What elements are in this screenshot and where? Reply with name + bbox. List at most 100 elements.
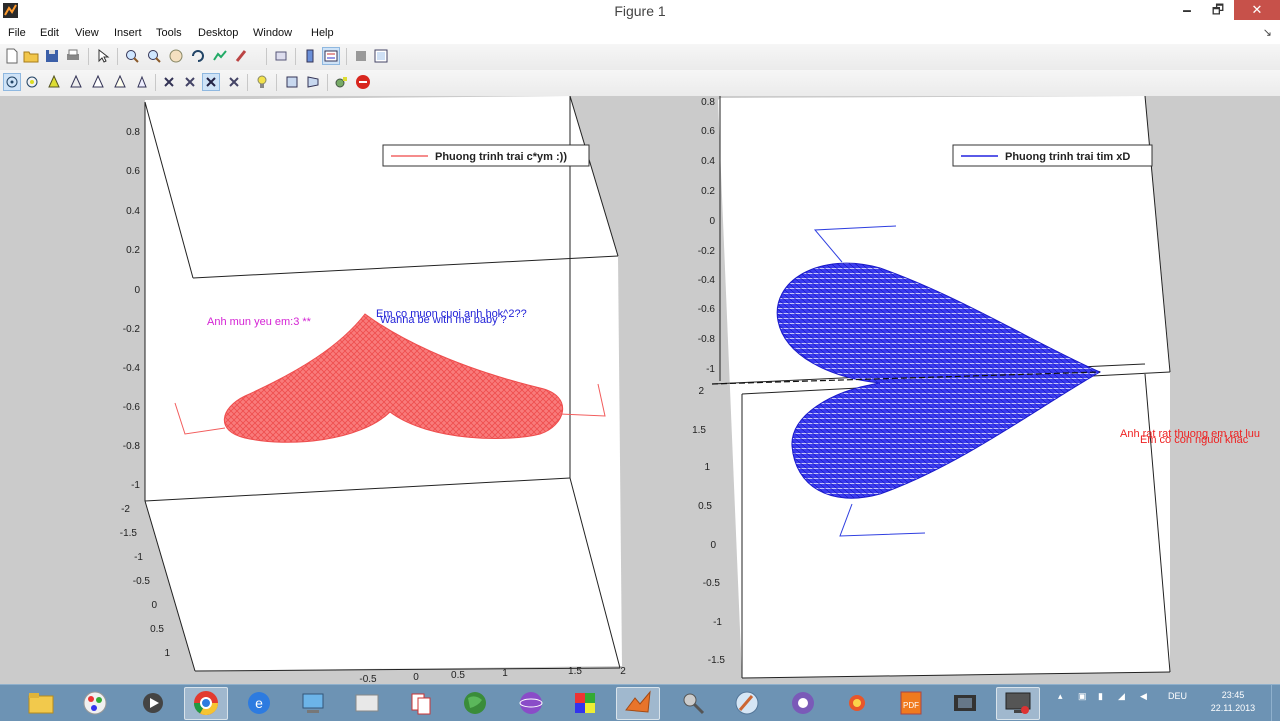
taskbar: e PDF ▴ ▣ ▮ ◢ ◀ DEU 23:45 22.11.2013 xyxy=(0,684,1280,721)
paint-brush-icon[interactable] xyxy=(732,688,762,718)
pointer-icon[interactable] xyxy=(95,48,111,64)
show-desktop-button[interactable] xyxy=(1271,685,1280,721)
move-camera-forward-icon[interactable] xyxy=(90,74,106,90)
tray-language[interactable]: DEU xyxy=(1168,691,1187,701)
tray-network-icon[interactable]: ▣ xyxy=(1078,691,1087,702)
tray-battery-icon[interactable]: ▮ xyxy=(1098,691,1103,702)
tray-volume-icon[interactable]: ◀ xyxy=(1140,691,1147,702)
right-ytick: -0.4 xyxy=(698,275,716,286)
camera-icon[interactable] xyxy=(788,688,818,718)
move-camera-horizontally-icon[interactable] xyxy=(68,74,84,90)
zoom-in-icon[interactable] xyxy=(124,48,140,64)
legend-icon[interactable] xyxy=(322,47,340,65)
svg-text:PDF: PDF xyxy=(903,701,919,710)
file-explorer-icon[interactable] xyxy=(26,688,56,718)
minimize-button[interactable]: 🗕 xyxy=(1172,0,1202,20)
folder-icon[interactable] xyxy=(352,688,382,718)
orbit-camera-icon[interactable] xyxy=(3,73,21,91)
menu-help[interactable]: Help xyxy=(311,27,334,39)
open-icon[interactable] xyxy=(23,48,39,64)
save-icon[interactable] xyxy=(44,48,60,64)
plots-svg[interactable]: Anh mun yeu em:3 ** Em co muon cuoi anh … xyxy=(0,96,1280,684)
pan-icon[interactable] xyxy=(168,48,184,64)
colorbar-icon[interactable] xyxy=(302,48,318,64)
menu-desktop[interactable]: Desktop xyxy=(198,27,238,39)
chrome-icon xyxy=(194,691,218,716)
media-player-icon[interactable] xyxy=(138,688,168,718)
right-annotation-red-2: Em co con nguoi khac xyxy=(1140,434,1249,446)
orb-icon[interactable] xyxy=(516,688,546,718)
monitor-button[interactable] xyxy=(996,687,1040,720)
orbit-scene-light-icon[interactable] xyxy=(24,74,40,90)
chrome-button[interactable] xyxy=(184,687,228,720)
perspective-icon[interactable] xyxy=(305,74,321,90)
toggle-scene-light-icon[interactable] xyxy=(226,74,242,90)
menu-file[interactable]: File xyxy=(8,27,26,39)
left-ztick: -1 xyxy=(134,552,143,563)
new-figure-icon[interactable] xyxy=(4,48,20,64)
data-cursor-icon[interactable] xyxy=(212,48,228,64)
stop-camera-icon[interactable] xyxy=(202,73,220,91)
menu-tools[interactable]: Tools xyxy=(156,27,182,39)
close-button[interactable]: ✕ xyxy=(1234,0,1280,20)
move-camera-vertically-icon[interactable] xyxy=(112,74,128,90)
left-ytick: -0.4 xyxy=(123,363,141,374)
tool-icon[interactable] xyxy=(678,688,708,718)
left-y-ticks: 0.8 0.6 0.4 0.2 0 -0.2 -0.4 -0.6 -0.8 -1 xyxy=(123,127,141,491)
figure-toolbar xyxy=(0,44,1280,71)
right-legend-label: Phuong trinh trai tim xD xyxy=(1005,151,1130,163)
left-legend[interactable]: Phuong trinh trai c*ym :)) xyxy=(382,144,590,167)
menu-window[interactable]: Window xyxy=(253,27,292,39)
menu-view[interactable]: View xyxy=(75,27,99,39)
left-ztick: 0.5 xyxy=(150,624,164,635)
left-legend-label: Phuong trinh trai c*ym :)) xyxy=(435,151,567,163)
earth-icon[interactable] xyxy=(460,688,490,718)
walk-camera-icon[interactable] xyxy=(182,74,198,90)
right-ytick: 0.5 xyxy=(698,501,712,512)
ie-icon[interactable]: e xyxy=(244,688,274,718)
print-icon[interactable] xyxy=(65,48,81,64)
brush-icon[interactable] xyxy=(234,48,250,64)
dolly-camera-icon[interactable] xyxy=(161,74,177,90)
mosaic-icon[interactable] xyxy=(570,688,600,718)
bulb-icon[interactable] xyxy=(254,74,270,90)
orthographic-icon[interactable] xyxy=(284,74,300,90)
tray-arrow-icon[interactable]: ▴ xyxy=(1058,691,1063,702)
hide-plot-tools-icon[interactable] xyxy=(353,48,369,64)
menu-insert[interactable]: Insert xyxy=(114,27,142,39)
matlab-button[interactable] xyxy=(616,687,660,720)
right-ytick: 2 xyxy=(698,386,704,397)
window-title: Figure 1 xyxy=(614,3,666,19)
roll-camera-icon[interactable] xyxy=(134,74,150,90)
left-xtick: 0.5 xyxy=(451,670,465,681)
camera-toolbar xyxy=(0,70,1280,97)
right-ytick: 0.8 xyxy=(701,97,715,108)
right-ytick: 1.5 xyxy=(692,425,706,436)
left-xtick: 1.5 xyxy=(568,666,582,677)
show-plot-tools-icon[interactable] xyxy=(373,48,389,64)
network-icon[interactable] xyxy=(298,688,328,718)
right-legend[interactable]: Phuong trinh trai tim xD xyxy=(952,144,1153,167)
sun-icon[interactable] xyxy=(842,688,872,718)
rotate-3d-icon[interactable] xyxy=(190,48,206,64)
left-xtick: -0.5 xyxy=(359,674,377,684)
right-ytick: -1 xyxy=(713,617,722,628)
pan-tilt-camera-icon[interactable] xyxy=(46,74,62,90)
link-icon[interactable] xyxy=(273,48,289,64)
pdf-icon[interactable]: PDF xyxy=(896,688,926,718)
menu-edit[interactable]: Edit xyxy=(40,27,59,39)
dock-arrow-icon[interactable]: ↘ xyxy=(1263,26,1272,39)
reset-camera-icon[interactable] xyxy=(334,74,350,90)
solitaire-icon[interactable] xyxy=(406,688,436,718)
tray-signal-icon[interactable]: ◢ xyxy=(1118,691,1125,702)
figure-canvas: Anh mun yeu em:3 ** Em co muon cuoi anh … xyxy=(0,96,1280,684)
movie-icon[interactable] xyxy=(950,688,980,718)
left-ytick: 0.6 xyxy=(126,166,140,177)
restore-button[interactable]: 🗗 xyxy=(1203,0,1233,20)
right-y-ticks-top: 0.8 0.6 0.4 0.2 0 -0.2 -0.4 -0.6 -0.8 -1 xyxy=(698,97,716,375)
paint-icon[interactable] xyxy=(80,688,110,718)
left-ztick: -0.5 xyxy=(133,576,151,587)
clock[interactable]: 23:45 22.11.2013 xyxy=(1208,689,1258,715)
zoom-out-icon[interactable] xyxy=(146,48,162,64)
stop-icon[interactable] xyxy=(355,74,371,90)
